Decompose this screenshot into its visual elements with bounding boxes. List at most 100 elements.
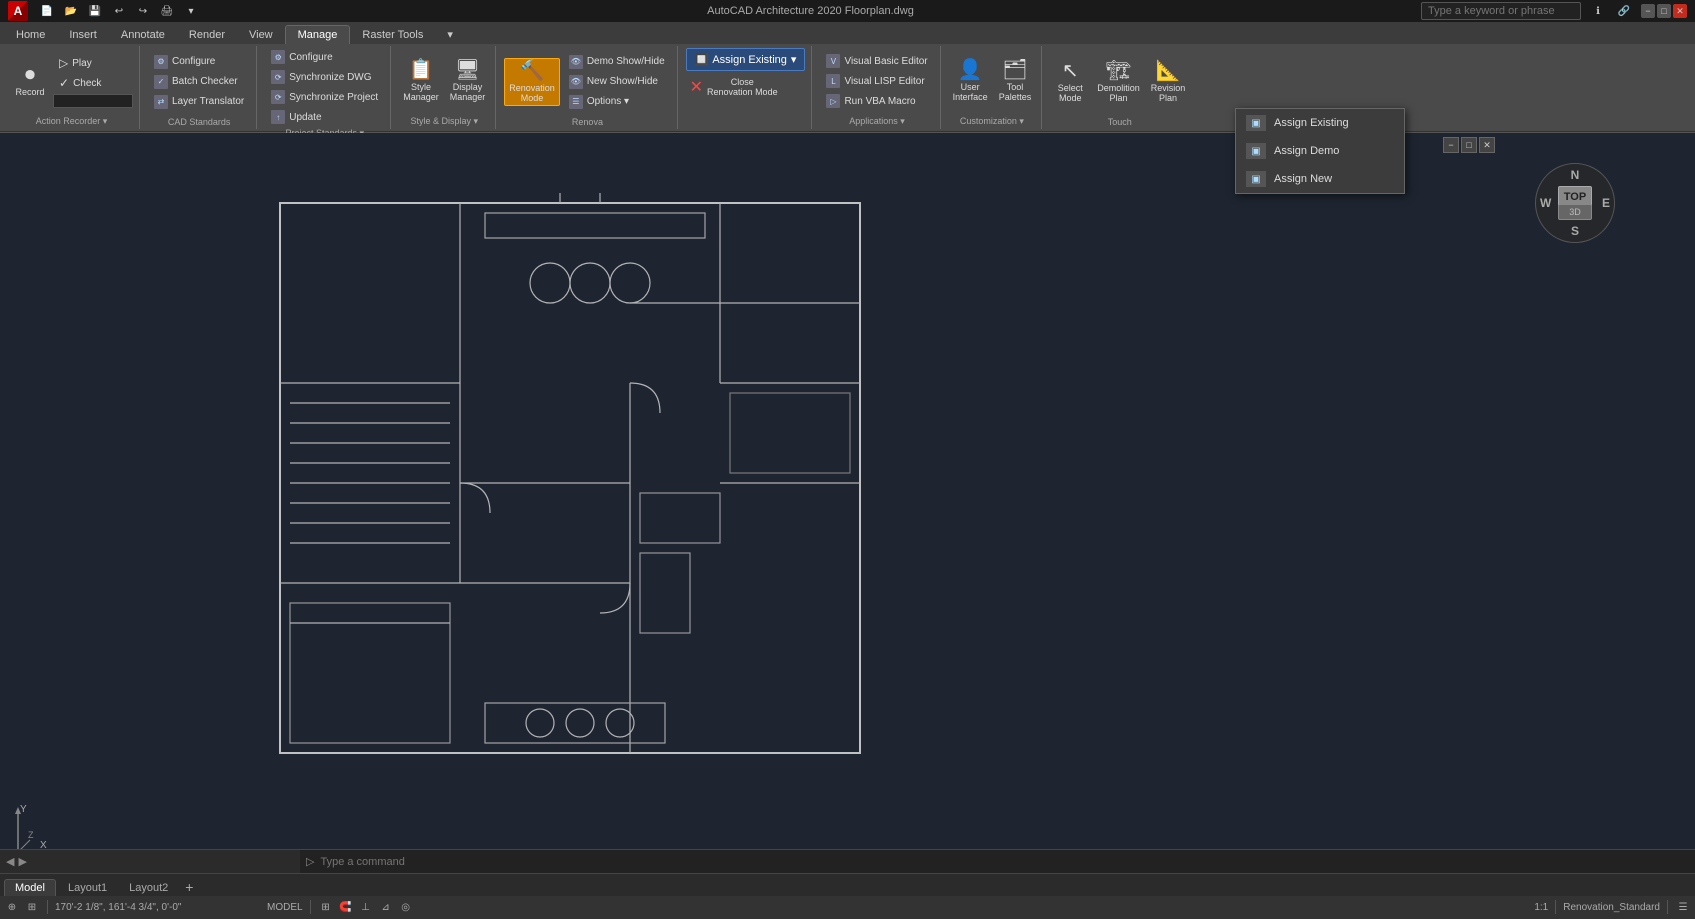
vba-icon: V [826, 54, 840, 68]
model-tab-add[interactable]: + [180, 878, 198, 896]
quick-access-undo[interactable]: ↩ [110, 2, 128, 20]
vp-ctrl-restore[interactable]: □ [1461, 137, 1477, 153]
quick-access-new[interactable]: 📄 [38, 2, 56, 20]
cad-standards-col: ⚙ Configure ✓ Batch Checker ⇄ Layer Tran… [148, 53, 250, 111]
tab-insert[interactable]: Insert [57, 26, 109, 44]
scroll-right-icon[interactable]: ▶ [18, 855, 26, 868]
tab-annotate[interactable]: Annotate [109, 26, 177, 44]
batch-checker-button[interactable]: ✓ Batch Checker [148, 73, 250, 91]
renovation-col: 👁 Demo Show/Hide 👁 New Show/Hide ☰ Optio… [563, 53, 671, 111]
record-button[interactable]: ⏺ Record [10, 63, 50, 99]
cad-standards-items: ⚙ Configure ✓ Batch Checker ⇄ Layer Tran… [148, 48, 250, 115]
dropdown-assign-existing[interactable]: ▣ Assign Existing [1236, 109, 1404, 137]
polar-icon[interactable]: ⊿ [378, 899, 394, 915]
user-interface-button[interactable]: 👤 UserInterface [949, 58, 992, 104]
svg-text:Z: Z [28, 830, 34, 840]
demolition-plan-button[interactable]: 🏗 DemolitionPlan [1093, 59, 1144, 105]
configure2-button[interactable]: ⚙ Configure [265, 48, 384, 66]
run-vba-button[interactable]: ▷ Run VBA Macro [820, 92, 933, 110]
osnap-icon[interactable]: ◎ [398, 899, 414, 915]
quick-access-save[interactable]: 💾 [86, 2, 104, 20]
ortho-icon[interactable]: ⊥ [358, 899, 374, 915]
status-bottom: ⊕ ⊞ 170'-2 1/8", 161'-4 3/4", 0'-0" MODE… [0, 896, 1695, 919]
model-tab-layout1[interactable]: Layout1 [58, 880, 117, 896]
update-icon: ↑ [271, 110, 285, 124]
touch-label: Touch [1108, 115, 1132, 127]
style-manager-button[interactable]: 📋 StyleManager [399, 58, 443, 104]
group-applications: V Visual Basic Editor L Visual LISP Edit… [814, 46, 940, 129]
sync-project-button[interactable]: ⟳ Synchronize Project [265, 88, 384, 106]
tab-render[interactable]: Render [177, 26, 237, 44]
select-mode-button[interactable]: ↖ SelectMode [1050, 59, 1090, 105]
search-input[interactable] [1421, 2, 1581, 20]
display-manager-button[interactable]: 🖥 DisplayManager [446, 58, 490, 104]
tab-home[interactable]: Home [4, 26, 57, 44]
assign-existing-label: Assign Existing [712, 54, 787, 66]
tool-palettes-button[interactable]: 🗂 ToolPalettes [995, 58, 1036, 104]
play-button[interactable]: ▷ Play [53, 54, 133, 72]
check-icon: ✓ [59, 76, 69, 90]
status-snap-icon[interactable]: ⊞ [24, 899, 40, 915]
close-renovation-button[interactable]: ✕ CloseRenovation Mode [686, 75, 782, 99]
scroll-left-icon[interactable]: ◀ [6, 855, 14, 868]
tab-add[interactable]: ▾ [435, 25, 465, 44]
action-recorder-label: Action Recorder ▾ [36, 114, 108, 127]
quick-access-open[interactable]: 📂 [62, 2, 80, 20]
model-tab-model[interactable]: Model [4, 879, 56, 896]
renovation-standard-label: Renovation_Standard [1563, 902, 1660, 913]
svg-text:Y: Y [20, 804, 27, 815]
tab-view[interactable]: View [237, 26, 285, 44]
status-model-icon[interactable]: ⊕ [4, 899, 20, 915]
command-input[interactable] [320, 856, 1689, 868]
new-show-hide-button[interactable]: 👁 New Show/Hide [563, 73, 671, 91]
applications-items: V Visual Basic Editor L Visual LISP Edit… [820, 48, 933, 114]
renovation-mode-button[interactable]: 🔨 RenovationMode [504, 58, 560, 106]
tool-palettes-label: ToolPalettes [999, 82, 1032, 102]
title-bar-center: AutoCAD Architecture 2020 Floorplan.dwg [200, 5, 1421, 17]
demo-show-hide-button[interactable]: 👁 Demo Show/Hide [563, 53, 671, 71]
sync-dwg-button[interactable]: ⟳ Synchronize DWG [265, 68, 384, 86]
drawing-canvas: − □ ✕ [0, 133, 1695, 873]
vp-ctrl-minimize[interactable]: − [1443, 137, 1459, 153]
quick-access-plot[interactable]: 🖨 [158, 2, 176, 20]
app-logo: A [8, 1, 28, 21]
demolition-plan-label: DemolitionPlan [1097, 83, 1140, 103]
assign-existing-button[interactable]: 🔲 Assign Existing ▾ [686, 48, 806, 71]
group-customization: 👤 UserInterface 🗂 ToolPalettes Customiza… [943, 46, 1043, 129]
record-icon: ⏺ [25, 65, 35, 85]
compass-bottom-button[interactable]: 3D [1558, 204, 1592, 220]
sync-project-icon: ⟳ [271, 90, 285, 104]
vba-editor-button[interactable]: V Visual Basic Editor [820, 52, 933, 70]
tab-manage[interactable]: Manage [285, 25, 351, 44]
status-coords: 170'-2 1/8", 161'-4 3/4", 0'-0" [55, 902, 255, 913]
vp-ctrl-close[interactable]: ✕ [1479, 137, 1495, 153]
revision-plan-button[interactable]: 📐 RevisionPlan [1147, 59, 1190, 105]
model-tabs: Model Layout1 Layout2 + [0, 874, 1695, 896]
close-button[interactable]: ✕ [1673, 4, 1687, 18]
layer-translator-button[interactable]: ⇄ Layer Translator [148, 93, 250, 111]
update-button[interactable]: ↑ Update [265, 108, 384, 126]
model-tab-layout2[interactable]: Layout2 [119, 880, 178, 896]
grid-icon[interactable]: ⊞ [318, 899, 334, 915]
snap-icon[interactable]: 🧲 [338, 899, 354, 915]
customize-icon[interactable]: ☰ [1675, 899, 1691, 915]
configure-button[interactable]: ⚙ Configure [148, 53, 250, 71]
cad-standards-label: CAD Standards [168, 115, 231, 127]
maximize-button[interactable]: □ [1657, 4, 1671, 18]
dropdown-assign-demo[interactable]: ▣ Assign Demo [1236, 137, 1404, 165]
info-icon[interactable]: ℹ [1589, 2, 1607, 20]
quick-access-redo[interactable]: ↪ [134, 2, 152, 20]
macro-input[interactable] [53, 94, 133, 108]
demolition-plan-icon: 🏗 [1106, 61, 1131, 81]
minimize-button[interactable]: − [1641, 4, 1655, 18]
ribbon: Home Insert Annotate Render View Manage … [0, 22, 1695, 133]
user-interface-label: UserInterface [953, 82, 988, 102]
connect-icon[interactable]: 🔗 [1615, 2, 1633, 20]
check-button[interactable]: ✓ Check [53, 74, 133, 92]
dropdown-assign-new[interactable]: ▣ Assign New [1236, 165, 1404, 193]
options-button[interactable]: ☰ Options ▾ [563, 93, 671, 111]
lisp-editor-button[interactable]: L Visual LISP Editor [820, 72, 933, 90]
group-style-display: 📋 StyleManager 🖥 DisplayManager Style & … [393, 46, 496, 129]
tab-raster-tools[interactable]: Raster Tools [350, 26, 435, 44]
quick-access-more[interactable]: ▾ [182, 2, 200, 20]
